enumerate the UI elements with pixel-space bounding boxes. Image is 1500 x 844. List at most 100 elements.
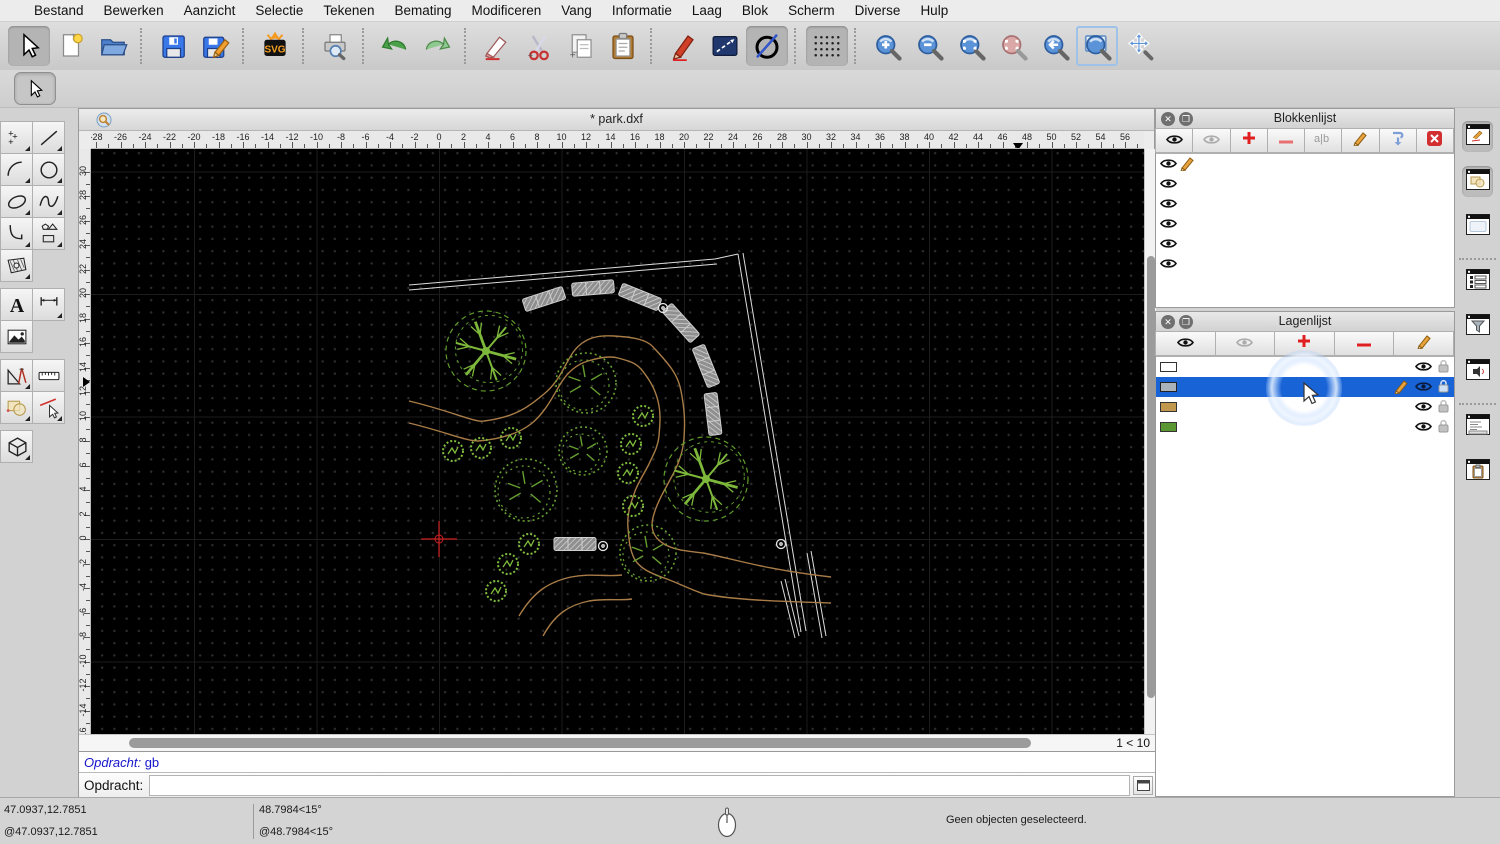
tool-modify[interactable] xyxy=(0,391,33,424)
new-file-button[interactable] xyxy=(50,26,92,66)
toggle-view-panel[interactable] xyxy=(1462,356,1493,387)
horizontal-scrollbar[interactable]: 1 < 10 xyxy=(79,734,1156,751)
block-delete-button[interactable] xyxy=(1415,128,1454,153)
block-insert-button[interactable] xyxy=(1378,128,1417,153)
block-plus-button[interactable] xyxy=(1229,128,1268,153)
draw-color-button[interactable] xyxy=(662,26,704,66)
save-button[interactable] xyxy=(152,26,194,66)
toggle-tool-options[interactable] xyxy=(1462,166,1493,197)
tool-circle[interactable] xyxy=(32,153,65,186)
close-icon[interactable]: ✕ xyxy=(1161,315,1175,329)
layer-plus-button[interactable] xyxy=(1274,331,1335,356)
block-minus-button[interactable] xyxy=(1266,128,1305,153)
tool-line[interactable] xyxy=(32,121,65,154)
toggle-filter-panel[interactable] xyxy=(1462,311,1493,342)
eye-icon[interactable] xyxy=(1160,197,1177,212)
tool-construction[interactable] xyxy=(0,359,33,392)
eye-icon[interactable] xyxy=(1415,360,1432,375)
zoom-selection-button[interactable] xyxy=(992,26,1034,66)
tool-text[interactable]: A xyxy=(0,288,33,321)
paste-button[interactable] xyxy=(602,26,644,66)
svg-export-button[interactable]: SVG xyxy=(254,26,296,66)
menu-bestand[interactable]: Bestand xyxy=(24,3,94,18)
tool-trim[interactable] xyxy=(32,391,65,424)
menu-diverse[interactable]: Diverse xyxy=(845,3,911,18)
eye-icon[interactable] xyxy=(1160,177,1177,192)
toggle-clipboard-panel[interactable] xyxy=(1462,456,1493,487)
menu-selectie[interactable]: Selectie xyxy=(245,3,313,18)
redo-button[interactable] xyxy=(416,26,458,66)
menu-tekenen[interactable]: Tekenen xyxy=(313,3,384,18)
layer-pencil-button[interactable] xyxy=(1393,331,1454,356)
layer-row-planten[interactable] xyxy=(1156,417,1454,437)
block-eye-off-button[interactable] xyxy=(1192,128,1231,153)
undo-button[interactable] xyxy=(374,26,416,66)
toggle-property-editor[interactable] xyxy=(1462,121,1493,152)
open-folder-button[interactable] xyxy=(92,26,134,66)
pan-button[interactable] xyxy=(1118,26,1160,66)
command-popout-button[interactable] xyxy=(1133,776,1153,795)
block-pencil-button[interactable] xyxy=(1341,128,1380,153)
eye-icon[interactable] xyxy=(1160,257,1177,272)
menu-blok[interactable]: Blok xyxy=(732,3,778,18)
close-icon[interactable]: ✕ xyxy=(1161,112,1175,126)
lock-icon[interactable] xyxy=(1438,379,1449,396)
block-row[interactable] xyxy=(1156,214,1454,234)
line-tool-button[interactable] xyxy=(704,26,746,66)
print-preview-button[interactable] xyxy=(314,26,356,66)
menu-laag[interactable]: Laag xyxy=(682,3,732,18)
lock-icon[interactable] xyxy=(1438,359,1449,376)
tool-shapes[interactable] xyxy=(32,217,65,250)
layer-row-faciliteiten[interactable] xyxy=(1156,377,1454,397)
menu-bewerken[interactable]: Bewerken xyxy=(94,3,174,18)
tool-polyline[interactable] xyxy=(0,217,33,250)
horizontal-scrollbar-thumb[interactable] xyxy=(129,738,1031,748)
zoom-window-button[interactable] xyxy=(1076,26,1118,66)
tool-spline[interactable] xyxy=(32,185,65,218)
eye-icon[interactable] xyxy=(1415,420,1432,435)
block-row[interactable] xyxy=(1156,154,1454,174)
layer-eye-off-button[interactable] xyxy=(1214,331,1276,356)
block-row[interactable] xyxy=(1156,194,1454,214)
restrict-toggle-button[interactable] xyxy=(746,26,788,66)
toggle-block-panel[interactable] xyxy=(1462,266,1493,297)
selection-pointer-button[interactable] xyxy=(14,72,56,105)
vertical-scrollbar-thumb[interactable] xyxy=(1147,256,1155,698)
tool-ellipse[interactable] xyxy=(0,185,33,218)
lock-icon[interactable] xyxy=(1438,399,1449,416)
layer-eye-on-button[interactable] xyxy=(1155,331,1216,356)
eye-icon[interactable] xyxy=(1415,380,1432,395)
grid-toggle-button[interactable] xyxy=(806,26,848,66)
block-row[interactable] xyxy=(1156,254,1454,274)
zoom-out-button[interactable] xyxy=(908,26,950,66)
toggle-command-panel[interactable] xyxy=(1462,411,1493,442)
menu-modificeren[interactable]: Modificeren xyxy=(462,3,552,18)
cut-button[interactable]: + xyxy=(518,26,560,66)
tool-image[interactable] xyxy=(0,320,33,353)
block-row[interactable] xyxy=(1156,234,1454,254)
block-row[interactable] xyxy=(1156,174,1454,194)
zoom-previous-button[interactable] xyxy=(1034,26,1076,66)
layer-minus-button[interactable] xyxy=(1333,331,1395,356)
tool-measure[interactable] xyxy=(32,359,65,392)
menu-scherm[interactable]: Scherm xyxy=(778,3,845,18)
zoom-in-button[interactable] xyxy=(866,26,908,66)
select-tool-button[interactable] xyxy=(8,26,50,66)
menu-hulp[interactable]: Hulp xyxy=(910,3,958,18)
eye-icon[interactable] xyxy=(1160,237,1177,252)
eye-icon[interactable] xyxy=(1415,400,1432,415)
menu-aanzicht[interactable]: Aanzicht xyxy=(174,3,246,18)
undock-icon[interactable]: ❐ xyxy=(1179,112,1193,126)
eye-icon[interactable] xyxy=(1160,217,1177,232)
menu-bemating[interactable]: Bemating xyxy=(384,3,461,18)
tool-hatch[interactable] xyxy=(0,249,33,282)
menu-vang[interactable]: Vang xyxy=(551,3,602,18)
eraser-button[interactable] xyxy=(476,26,518,66)
tool-arc[interactable] xyxy=(0,153,33,186)
tool-dimension[interactable] xyxy=(32,288,65,321)
block-rename-button[interactable]: a|b xyxy=(1304,128,1343,153)
block-eye-on-button[interactable] xyxy=(1155,128,1194,153)
tool-solid[interactable] xyxy=(0,430,33,463)
menu-informatie[interactable]: Informatie xyxy=(602,3,682,18)
save-as-button[interactable] xyxy=(194,26,236,66)
